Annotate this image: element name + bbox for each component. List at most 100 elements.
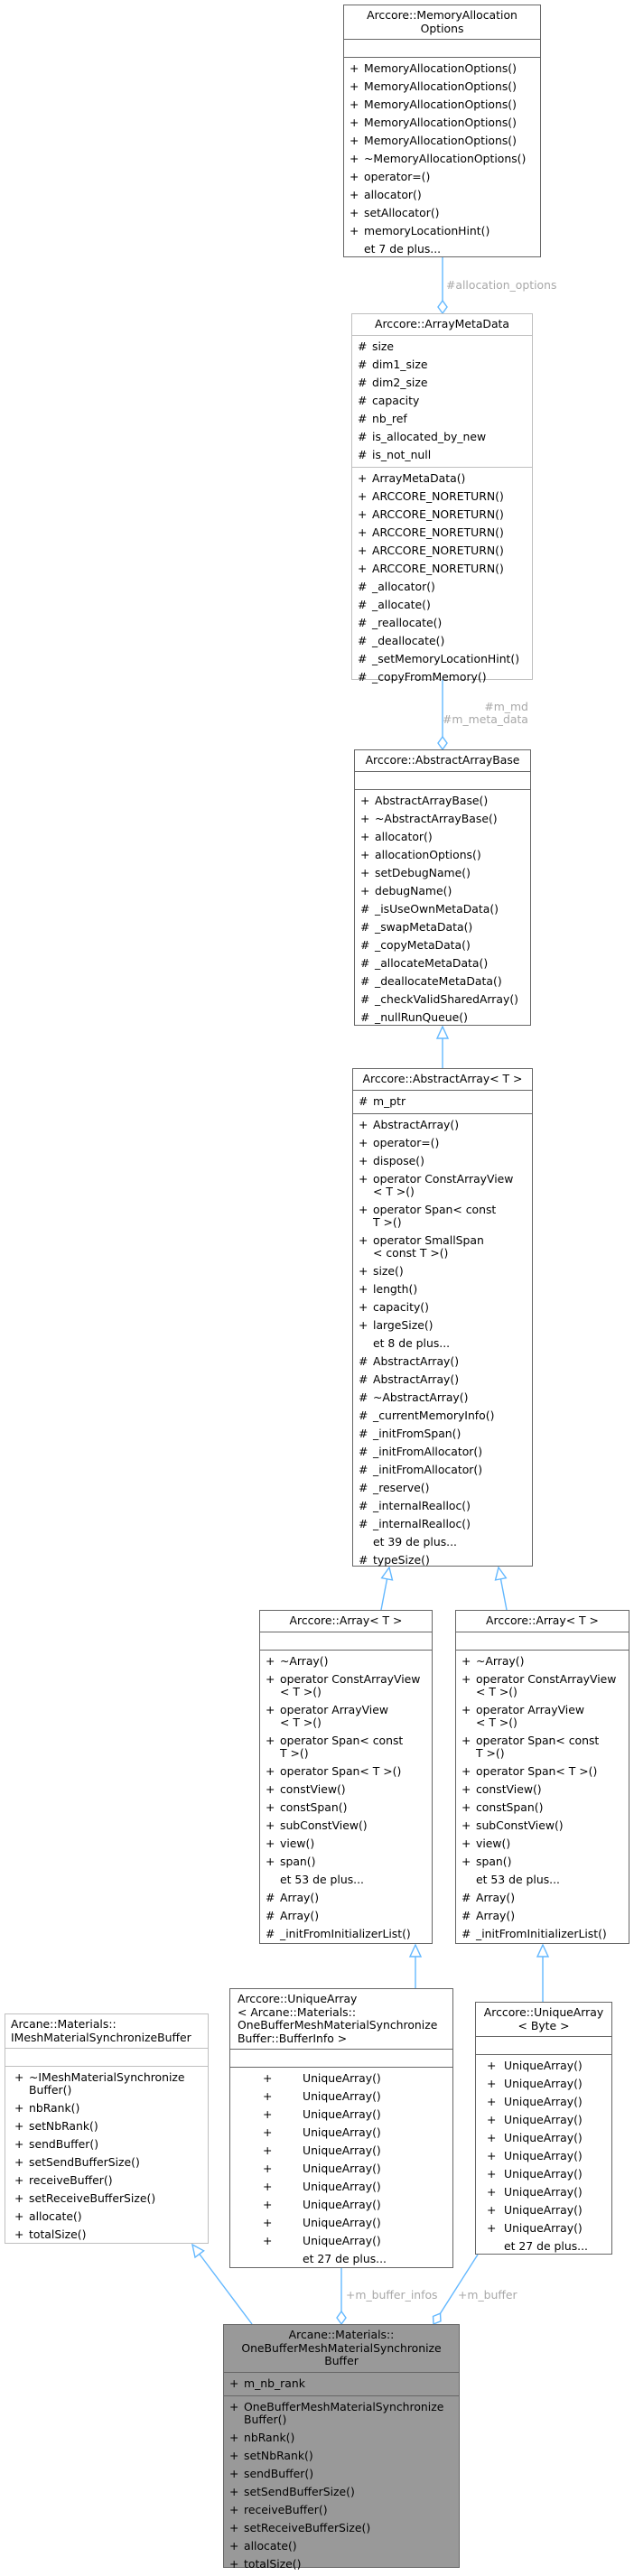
member-item[interactable]: # _copyMetaData() <box>355 936 530 954</box>
member-item[interactable]: + subConstView() <box>456 1817 629 1835</box>
member-item[interactable]: # _currentMemoryInfo() <box>353 1407 532 1425</box>
member-item[interactable]: + setReceiveBufferSize() <box>5 2190 208 2208</box>
member-item[interactable]: et 7 de plus... <box>344 240 540 258</box>
member-item[interactable]: + nbRank() <box>224 2429 459 2447</box>
member-item[interactable]: + nbRank() <box>5 2099 208 2117</box>
member-item[interactable]: + UniqueArray() <box>476 2165 611 2183</box>
member-item[interactable]: + dispose() <box>353 1152 532 1170</box>
member-item[interactable]: + allocate() <box>224 2537 459 2555</box>
member-item[interactable]: + UniqueArray() <box>230 2232 452 2250</box>
member-item[interactable]: # _internalRealloc() <box>353 1515 532 1533</box>
member-item[interactable]: + UniqueArray() <box>476 2219 611 2237</box>
member-item[interactable]: # ~AbstractArray() <box>353 1389 532 1407</box>
member-item[interactable]: + constSpan() <box>456 1799 629 1817</box>
member-item[interactable]: # _isUseOwnMetaData() <box>355 900 530 918</box>
member-item[interactable]: + setDebugName() <box>355 864 530 882</box>
class-node-abstract-array[interactable]: Arccore::AbstractArray< T > # m_ptr + Abstra… <box>352 1068 533 1567</box>
member-item[interactable]: + receiveBuffer() <box>5 2171 208 2190</box>
member-item[interactable]: + UniqueArray() <box>230 2069 452 2088</box>
member-item[interactable]: # _allocateMetaData() <box>355 954 530 972</box>
member-item[interactable]: + operator=() <box>344 168 540 186</box>
member-item[interactable]: + UniqueArray() <box>230 2178 452 2196</box>
member-item[interactable]: + setSendBufferSize() <box>224 2483 459 2501</box>
member-item[interactable]: # _allocate() <box>352 596 532 614</box>
member-item[interactable]: + UniqueArray() <box>476 2147 611 2165</box>
member-item[interactable]: + constView() <box>260 1781 432 1799</box>
member-item[interactable]: # AbstractArray() <box>353 1353 532 1371</box>
class-node-one-buffer-main[interactable]: Arcane::Materials:: OneBufferMeshMateria… <box>223 2324 460 2570</box>
member-item[interactable]: + AbstractArray() <box>353 1116 532 1134</box>
member-item[interactable]: + ~AbstractArrayBase() <box>355 810 530 828</box>
member-item[interactable]: # _internalRealloc() <box>353 1497 532 1515</box>
member-item[interactable]: + totalSize() <box>224 2555 459 2573</box>
member-item[interactable]: + debugName() <box>355 882 530 900</box>
member-item[interactable]: + totalSize() <box>5 2226 208 2244</box>
member-item[interactable]: + operator ConstArrayView < T >() <box>353 1170 532 1201</box>
member-item[interactable]: # _copyFromMemory() <box>352 668 532 686</box>
member-item[interactable]: + ARCCORE_NORETURN() <box>352 524 532 542</box>
member-item[interactable]: # m_ptr <box>353 1093 532 1111</box>
member-item[interactable]: # capacity <box>352 392 532 410</box>
class-node-array-left[interactable]: Arccore::Array< T > + ~Array() + operator Co… <box>259 1610 433 1944</box>
member-item[interactable]: # _reallocate() <box>352 614 532 632</box>
class-node-array-right[interactable]: Arccore::Array< T > + ~Array() + operator Co… <box>455 1610 629 1944</box>
member-item[interactable]: + MemoryAllocationOptions() <box>344 114 540 132</box>
class-node-unique-array-byte[interactable]: Arccore::UniqueArray < Byte > + UniqueArra… <box>475 2002 612 2255</box>
member-item[interactable]: # _deallocate() <box>352 632 532 650</box>
member-item[interactable]: + ~IMeshMaterialSynchronize Buffer() <box>5 2069 208 2099</box>
member-item[interactable]: + operator ArrayView < T >() <box>260 1701 432 1732</box>
member-item[interactable]: + largeSize() <box>353 1316 532 1334</box>
member-item[interactable]: + operator=() <box>353 1134 532 1152</box>
member-item[interactable]: + operator Span< T >() <box>456 1762 629 1781</box>
member-item[interactable]: # dim1_size <box>352 356 532 374</box>
member-item[interactable]: + UniqueArray() <box>230 2160 452 2178</box>
member-item[interactable]: + memoryLocationHint() <box>344 222 540 240</box>
member-item[interactable]: + view() <box>456 1835 629 1853</box>
member-item[interactable]: + UniqueArray() <box>230 2142 452 2160</box>
member-item[interactable]: + UniqueArray() <box>476 2057 611 2075</box>
member-item[interactable]: # Array() <box>456 1907 629 1925</box>
member-item[interactable]: et 27 de plus... <box>230 2250 452 2268</box>
member-item[interactable]: et 8 de plus... <box>353 1334 532 1353</box>
member-item[interactable]: + sendBuffer() <box>224 2465 459 2483</box>
member-item[interactable]: # _nullRunQueue() <box>355 1009 530 1027</box>
member-item[interactable]: + m_nb_rank <box>224 2375 459 2393</box>
member-item[interactable]: + UniqueArray() <box>476 2201 611 2219</box>
member-item[interactable]: + allocationOptions() <box>355 846 530 864</box>
member-item[interactable]: + span() <box>456 1853 629 1871</box>
member-item[interactable]: # _swapMetaData() <box>355 918 530 936</box>
member-item[interactable]: # _reserve() <box>353 1479 532 1497</box>
member-item[interactable]: # Array() <box>260 1889 432 1907</box>
member-item[interactable]: + operator SmallSpan < const T >() <box>353 1232 532 1262</box>
member-item[interactable]: + operator Span< const T >() <box>260 1732 432 1762</box>
member-item[interactable]: + UniqueArray() <box>230 2214 452 2232</box>
member-item[interactable]: + setNbRank() <box>5 2117 208 2135</box>
member-item[interactable]: + UniqueArray() <box>476 2183 611 2201</box>
member-item[interactable]: # _initFromSpan() <box>353 1425 532 1443</box>
member-item[interactable]: # _deallocateMetaData() <box>355 972 530 990</box>
member-item[interactable]: + UniqueArray() <box>476 2075 611 2093</box>
member-item[interactable]: + setAllocator() <box>344 204 540 222</box>
member-item[interactable]: + receiveBuffer() <box>224 2501 459 2519</box>
member-item[interactable]: + ~Array() <box>260 1652 432 1670</box>
member-item[interactable]: # Array() <box>456 1889 629 1907</box>
member-item[interactable]: # is_allocated_by_new <box>352 428 532 446</box>
member-item[interactable]: et 27 de plus... <box>476 2237 611 2255</box>
member-item[interactable]: + operator ConstArrayView < T >() <box>260 1670 432 1701</box>
member-item[interactable]: + ArrayMetaData() <box>352 470 532 488</box>
member-item[interactable]: # _initFromInitializerList() <box>456 1925 629 1943</box>
member-item[interactable]: + UniqueArray() <box>230 2106 452 2124</box>
member-item[interactable]: # _allocator() <box>352 578 532 596</box>
member-item[interactable]: + view() <box>260 1835 432 1853</box>
member-item[interactable]: # is_not_null <box>352 446 532 464</box>
member-item[interactable]: + UniqueArray() <box>476 2111 611 2129</box>
class-node-memory-allocation-options[interactable]: Arccore::MemoryAllocation Options + Memory… <box>343 5 541 257</box>
member-item[interactable]: + allocator() <box>344 186 540 204</box>
member-item[interactable]: # typeSize() <box>353 1551 532 1569</box>
member-item[interactable]: + constSpan() <box>260 1799 432 1817</box>
member-item[interactable]: + ~Array() <box>456 1652 629 1670</box>
member-item[interactable]: + operator Span< const T >() <box>353 1201 532 1232</box>
member-item[interactable]: + ARCCORE_NORETURN() <box>352 488 532 506</box>
member-item[interactable]: # _checkValidSharedArray() <box>355 990 530 1009</box>
member-item[interactable]: + operator Span< const T >() <box>456 1732 629 1762</box>
